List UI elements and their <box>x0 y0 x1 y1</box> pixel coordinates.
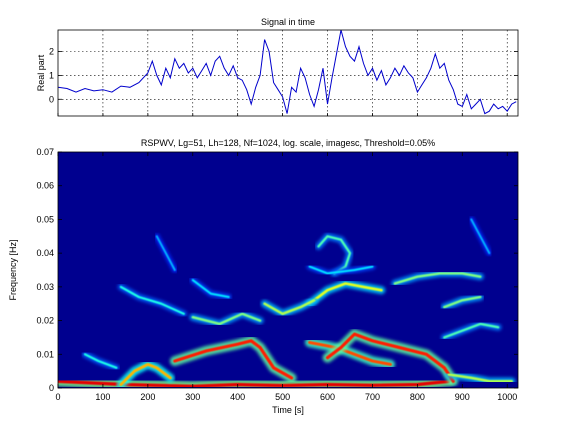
signal-ytick-label: 1 <box>49 70 54 80</box>
signal-ytick-label: 2 <box>49 47 54 57</box>
tfr-xtick-label: 500 <box>275 392 290 402</box>
tfr-ylabel: Frequency [Hz] <box>8 239 18 300</box>
tfr-xtick-label: 200 <box>140 392 155 402</box>
figure-canvas: 0 1 2 Signal in time Real part 0 100 200 300 4… <box>8 17 519 415</box>
signal-title: Signal in time <box>261 17 315 27</box>
tfr-ytick-label: 0.04 <box>36 248 54 258</box>
tfr-xtick-label: 0 <box>55 392 60 402</box>
tfr-xtick-label: 800 <box>410 392 425 402</box>
tfr-ytick-label: 0.03 <box>36 282 54 292</box>
tfr-xtick-label: 1000 <box>497 392 517 402</box>
tfr-ytick-label: 0.07 <box>36 147 54 157</box>
signal-plot-area <box>58 30 518 116</box>
tfr-ytick-label: 0.02 <box>36 316 54 326</box>
tfr-xtick-label: 300 <box>185 392 200 402</box>
signal-axes: 0 1 2 Signal in time Real part <box>36 17 519 117</box>
tfr-ytick-label: 0.05 <box>36 214 54 224</box>
tfr-xtick-label: 100 <box>95 392 110 402</box>
tfr-title: RSPWV, Lg=51, Lh=128, Nf=1024, log. scal… <box>141 138 435 148</box>
signal-ytick-label: 0 <box>49 94 54 104</box>
signal-ylabel: Real part <box>36 54 46 91</box>
tfr-ytick-label: 0.06 <box>36 181 54 191</box>
tfr-ytick-label: 0.01 <box>36 349 54 359</box>
tfr-xtick-label: 900 <box>455 392 470 402</box>
tfr-ytick-label: 0 <box>49 383 54 393</box>
tfr-xtick-label: 700 <box>365 392 380 402</box>
tfr-xtick-label: 600 <box>320 392 335 402</box>
tfr-xlabel: Time [s] <box>272 405 304 415</box>
tfr-xtick-label: 400 <box>230 392 245 402</box>
tfr-axes: 0 100 200 300 400 500 600 700 800 900 1000 0 0.01 0.0… <box>8 138 519 415</box>
